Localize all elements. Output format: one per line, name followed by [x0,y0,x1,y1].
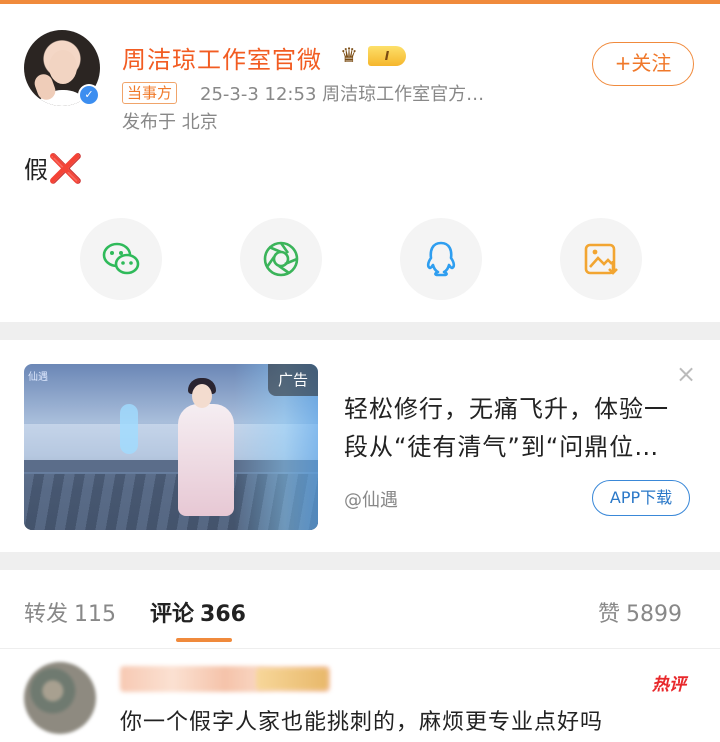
tab-reposts[interactable]: 转发 115 [24,596,116,628]
save-image-icon [584,243,618,275]
tab-count: 5899 [626,602,683,627]
app-download-button[interactable]: APP下载 [592,480,690,516]
comment-text[interactable]: 你一个假字人家也能挑刺的，麻烦更专业点好吗 [120,704,603,736]
post-text-body: 假 [24,156,48,184]
tab-comments[interactable]: 评论 366 [150,596,246,628]
share-wechat-button[interactable] [80,218,162,300]
save-image-button[interactable] [560,218,642,300]
tab-likes[interactable]: 赞 5899 [598,596,682,628]
active-tab-indicator [176,638,232,642]
wechat-icon [102,242,140,275]
share-qq-button[interactable] [400,218,482,300]
cross-mark-icon: ❌ [48,152,83,185]
post-location: 发布于 北京 [122,112,218,133]
ad-source[interactable]: @仙遇 [344,486,398,512]
tab-label: 评论 [150,602,195,627]
moments-icon [263,241,299,277]
tab-label: 转发 [24,602,69,627]
tab-count: 366 [200,602,246,627]
party-tag: 当事方 [122,82,178,104]
comments-section: 转发 115 评论 366 赞 5899 热评 你一个假字人家也能挑刺的，麻烦更专业点… [0,570,720,742]
commenter-badge-redacted [256,668,328,690]
vip-level: I [368,46,406,66]
close-icon[interactable]: × [676,362,696,386]
tab-label: 赞 [598,602,621,627]
vip-badge[interactable]: ♛ I [340,42,408,68]
hot-comment-badge: 热评 [652,675,686,695]
crown-icon: ♛ [340,43,358,67]
ad-label: 广告 [268,364,318,396]
follow-button[interactable]: +关注 [592,42,694,86]
post-meta: 25-3-3 12:53 周洁琼工作室官方… [200,84,485,105]
commenter-avatar[interactable] [24,662,96,734]
tab-count: 115 [74,602,117,627]
post-card: ✓ 周洁琼工作室官微 ♛ I +关注 当事方 25-3-3 12:53 周洁琼工… [0,4,720,322]
ad-image[interactable]: 仙遇 广告 [24,364,318,530]
verified-icon: ✓ [78,84,100,106]
qq-icon [426,241,456,277]
author-name[interactable]: 周洁琼工作室官微 [122,40,322,75]
ad-text[interactable]: 轻松修行，无痛飞升，体验一段从“徒有清气”到“问鼎位… [344,390,688,466]
ad-card[interactable]: 仙遇 广告 × 轻松修行，无痛飞升，体验一段从“徒有清气”到“问鼎位… @仙遇 … [0,340,720,552]
post-text: 假❌ [24,150,83,185]
ad-image-logo: 仙遇 [28,372,48,383]
share-moments-button[interactable] [240,218,322,300]
divider [0,648,720,649]
